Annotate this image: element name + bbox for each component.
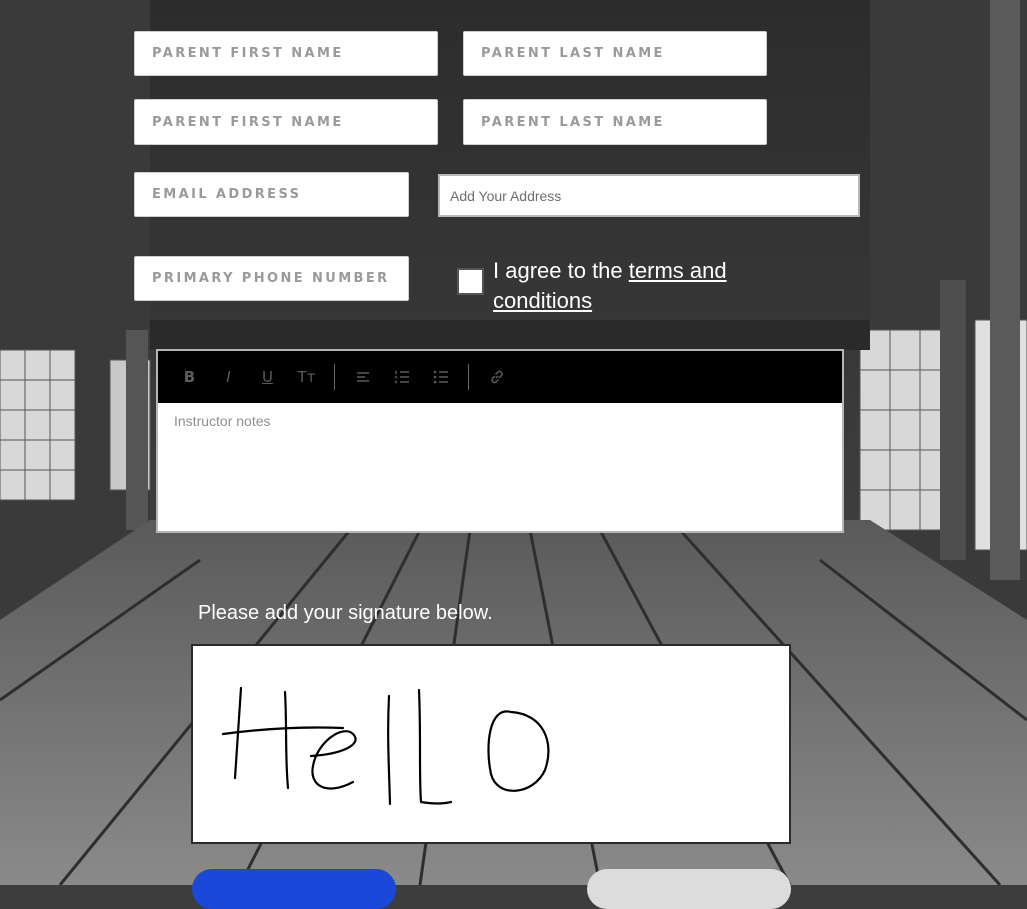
parent1-last-name-input[interactable]: PARENT LAST NAME (463, 31, 767, 76)
address-input[interactable]: Add Your Address (438, 174, 860, 217)
numbered-list-icon (393, 371, 409, 384)
signature-drawing (221, 686, 550, 806)
align-left-button[interactable] (343, 362, 382, 392)
terms-checkbox[interactable] (457, 268, 484, 295)
parent2-last-name-input[interactable]: PARENT LAST NAME (463, 99, 767, 145)
bullet-list-icon (433, 370, 448, 384)
terms-prefix-text: I agree to the (493, 258, 629, 283)
clear-signature-button[interactable] (587, 869, 791, 909)
instructor-notes-editor: B I U Tт Instructor notes (156, 349, 844, 533)
align-left-icon (356, 372, 369, 382)
bullet-list-button[interactable] (421, 362, 460, 392)
submit-button[interactable] (192, 869, 396, 909)
instructor-notes-textarea[interactable]: Instructor notes (158, 403, 842, 439)
toolbar-divider (334, 364, 335, 390)
numbered-list-button[interactable] (382, 362, 421, 392)
link-button[interactable] (477, 362, 516, 392)
underline-button[interactable]: U (248, 362, 287, 392)
primary-phone-input[interactable]: PRIMARY PHONE NUMBER (134, 256, 409, 301)
parent2-first-name-input[interactable]: PARENT FIRST NAME (134, 99, 438, 145)
italic-button[interactable]: I (209, 362, 248, 392)
editor-toolbar: B I U Tт (158, 351, 842, 403)
parent1-first-name-input[interactable]: PARENT FIRST NAME (134, 31, 438, 76)
signature-label: Please add your signature below. (198, 602, 493, 624)
text-size-button[interactable]: Tт (287, 362, 326, 392)
terms-label: I agree to the terms and conditions (493, 256, 793, 316)
email-input[interactable]: EMAIL ADDRESS (134, 172, 409, 217)
toolbar-divider (468, 364, 469, 390)
registration-form: PARENT FIRST NAME PARENT LAST NAME PAREN… (0, 0, 1027, 909)
bold-button[interactable]: B (170, 362, 209, 392)
signature-pad[interactable] (191, 644, 791, 844)
link-icon (490, 370, 503, 384)
